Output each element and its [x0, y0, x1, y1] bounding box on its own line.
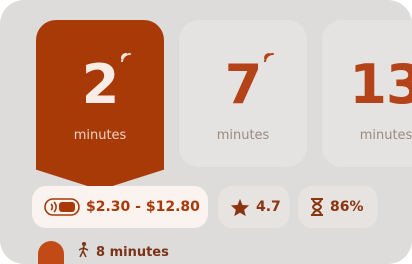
option-card-2-minutes[interactable]: 2 minutes	[36, 20, 164, 190]
rating-chip[interactable]: 4.7	[218, 186, 290, 228]
option-card-13-minutes[interactable]: 13 minutes	[322, 20, 412, 167]
option-value: 13	[349, 53, 412, 116]
option-unit: minutes	[216, 128, 270, 143]
walking-person-icon	[78, 242, 90, 262]
walking-time-row: 8 minutes	[38, 240, 169, 264]
price-range-chip[interactable]: $2.30 - $12.80	[32, 186, 208, 228]
ride-options-panel: 2 minutes 7 minutes 13 minutes $2.30 - $…	[0, 0, 412, 264]
rating-label: 4.7	[256, 199, 281, 215]
location-pin-icon	[38, 241, 64, 264]
option-unit: minutes	[73, 128, 127, 143]
option-unit: minutes	[359, 128, 412, 143]
star-icon	[230, 198, 250, 217]
option-value: 7	[225, 53, 275, 112]
signal-icon	[264, 53, 275, 62]
signal-icon	[121, 53, 132, 62]
option-value: 2	[82, 53, 132, 112]
percentage-chip[interactable]: 86%	[298, 186, 378, 228]
walking-time-label: 8 minutes	[96, 244, 169, 260]
percentage-label: 86%	[330, 199, 364, 215]
price-range-label: $2.30 - $12.80	[86, 199, 200, 215]
hourglass-icon	[310, 198, 324, 216]
option-card-7-minutes[interactable]: 7 minutes	[179, 20, 307, 167]
contactless-payment-icon	[44, 198, 80, 216]
